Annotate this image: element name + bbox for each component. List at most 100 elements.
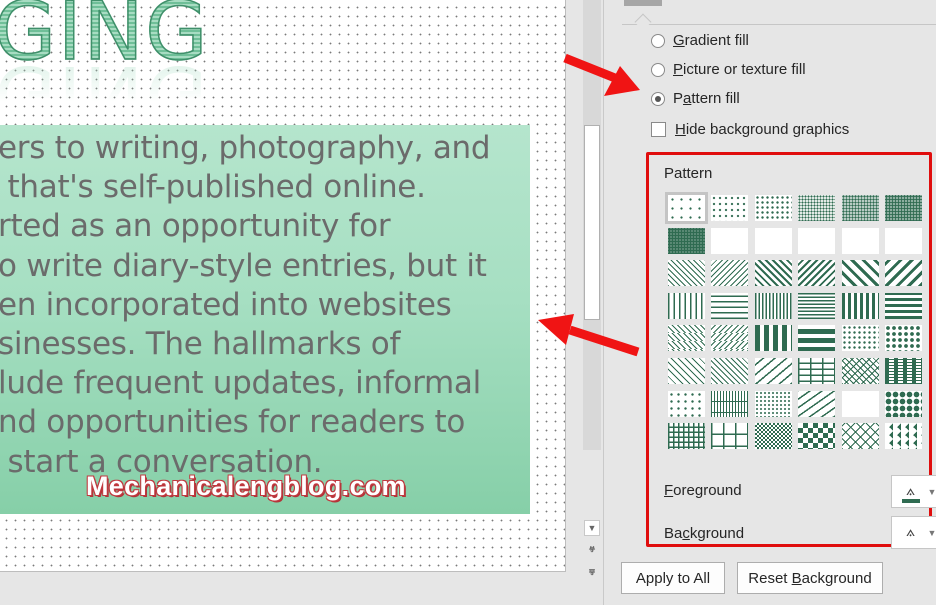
pattern-swatch-50-percent[interactable] — [668, 227, 705, 254]
pattern-swatch-10-percent[interactable] — [711, 195, 749, 221]
pattern-swatch-wide-upward-diagonal[interactable] — [884, 260, 922, 287]
pattern-swatch-25-percent[interactable] — [798, 195, 836, 221]
paint-bucket-icon: ⟑ — [905, 522, 916, 540]
pattern-swatch-wide-downward-diagonal[interactable] — [841, 260, 879, 287]
pattern-swatch-90-percent[interactable] — [884, 227, 922, 254]
vertical-scrollbar[interactable]: ▼ ⱍ ⱋ — [581, 0, 603, 605]
powerpoint-window: GING GING ers to writing, photography, a… — [0, 0, 936, 605]
hide-background-graphics-label: Hide background graphics — [675, 121, 850, 138]
background-label: Background — [664, 525, 745, 542]
pattern-swatch-dashed-vertical[interactable] — [798, 325, 836, 352]
paint-bucket-icon: ⟑ — [901, 482, 920, 503]
slide-text-box[interactable]: ers to writing, photography, and that's … — [0, 125, 530, 514]
pattern-swatch-trellis[interactable] — [841, 390, 879, 417]
pattern-swatch-outlined-diamond[interactable] — [841, 423, 879, 450]
pattern-swatch-75-percent[interactable] — [798, 227, 836, 254]
pattern-swatch-plaid[interactable] — [884, 357, 922, 384]
slide-canvas[interactable]: GING GING ers to writing, photography, a… — [0, 0, 566, 572]
pattern-swatch-narrow-vertical[interactable] — [754, 292, 792, 319]
pattern-swatch-70-percent[interactable] — [754, 227, 792, 254]
reset-background-label: Reset Background — [748, 569, 872, 587]
pattern-swatch-80-percent[interactable] — [841, 227, 879, 254]
body-text-line: en incorporated into websites — [0, 286, 452, 323]
slide-body-text[interactable]: ers to writing, photography, and that's … — [0, 129, 538, 482]
apply-to-all-label: Apply to All — [635, 569, 711, 587]
pattern-swatch-wave[interactable] — [711, 357, 749, 384]
pattern-swatch-dark-downward-diagonal[interactable] — [754, 260, 792, 287]
pattern-swatch-dark-vertical[interactable] — [841, 292, 879, 319]
scroll-thumb[interactable] — [584, 125, 600, 320]
pattern-section: Pattern Foreground ⟑ ▼ Background ⟑ ▼ — [646, 152, 936, 549]
pattern-swatch-large-confetti[interactable] — [884, 325, 922, 352]
body-text-line: ers to writing, photography, and — [0, 130, 491, 166]
pattern-swatch-30-percent[interactable] — [841, 195, 879, 221]
pattern-swatch-small-confetti[interactable] — [841, 325, 879, 352]
pattern-swatch-horizontal-brick[interactable] — [798, 357, 836, 384]
gradient-fill-radio[interactable] — [651, 33, 665, 48]
pattern-swatch-dark-horizontal[interactable] — [884, 292, 922, 319]
pattern-swatch-diagonal-brick[interactable] — [754, 357, 792, 384]
pattern-fill-radio[interactable] — [651, 91, 665, 106]
dropdown-caret-icon: ▼ — [927, 527, 936, 538]
scroll-down-button[interactable]: ▼ — [584, 520, 600, 536]
pattern-swatch-light-vertical[interactable] — [668, 292, 705, 319]
foreground-row: Foreground ⟑ ▼ — [664, 475, 936, 508]
pattern-gallery — [665, 192, 922, 450]
pattern-swatch-40-percent[interactable] — [884, 195, 922, 221]
gradient-fill-option[interactable]: Gradient fill — [651, 32, 749, 49]
pattern-swatch-light-horizontal[interactable] — [711, 292, 749, 319]
double-chevron-up-icon: ⱍ — [588, 544, 596, 557]
pattern-fill-option[interactable]: Pattern fill — [651, 90, 740, 107]
pattern-swatch-narrow-horizontal[interactable] — [798, 292, 836, 319]
pattern-swatch-dashed-downward-diagonal[interactable] — [668, 325, 705, 352]
next-slide-button[interactable]: ⱋ — [584, 566, 600, 582]
tab-divider — [622, 24, 936, 25]
body-text-line: o write diary-style entries, but it — [0, 247, 487, 284]
picture-texture-fill-option[interactable]: Picture or texture fill — [651, 61, 806, 78]
gradient-fill-label: Gradient fill — [673, 32, 749, 49]
pattern-swatch-5-percent[interactable] — [665, 192, 708, 224]
pattern-swatch-sphere[interactable] — [884, 390, 922, 417]
pattern-swatch-dashed-horizontal[interactable] — [754, 325, 792, 352]
dropdown-caret-icon: ▼ — [927, 486, 936, 497]
body-text-line: rted as an opportunity for — [0, 208, 391, 245]
pattern-swatch-zig-zag[interactable] — [668, 357, 705, 384]
foreground-color-button[interactable]: ⟑ ▼ — [891, 475, 936, 508]
tab-indicator — [634, 13, 652, 31]
pattern-swatch-dotted-diamond[interactable] — [754, 390, 792, 417]
pattern-swatch-shingle[interactable] — [798, 390, 836, 417]
pattern-swatch-divot[interactable] — [668, 390, 705, 417]
picture-texture-fill-radio[interactable] — [651, 62, 665, 77]
body-text-line: lude frequent updates, informal — [0, 365, 481, 402]
pattern-swatch-20-percent[interactable] — [754, 195, 792, 221]
hide-background-graphics-checkbox[interactable] — [651, 122, 666, 137]
fill-tab-icon[interactable] — [624, 0, 662, 6]
pattern-swatch-weave[interactable] — [841, 357, 879, 384]
format-background-pane: Gradient fill Picture or texture fill Pa… — [604, 0, 936, 605]
pattern-swatch-large-grid[interactable] — [711, 423, 749, 450]
pattern-swatch-dashed-upward-diagonal[interactable] — [711, 325, 749, 352]
reset-background-button[interactable]: Reset Background — [737, 562, 883, 594]
foreground-label: Foreground — [664, 482, 742, 499]
chevron-down-icon: ▼ — [587, 523, 597, 533]
pattern-swatch-60-percent[interactable] — [711, 227, 749, 254]
pattern-fill-label: Pattern fill — [673, 90, 740, 107]
pattern-swatch-small-grid[interactable] — [668, 423, 705, 450]
body-text-line: sinesses. The hallmarks of — [0, 326, 401, 363]
background-color-button[interactable]: ⟑ ▼ — [891, 516, 936, 549]
pattern-label: Pattern — [664, 165, 713, 182]
foreground-color-swatch — [901, 498, 920, 503]
hide-background-graphics-option[interactable]: Hide background graphics — [651, 121, 849, 138]
pattern-swatch-dotted-grid[interactable] — [711, 390, 749, 417]
previous-slide-button[interactable]: ⱍ — [584, 543, 600, 559]
slide-title[interactable]: GING — [0, 0, 209, 72]
pattern-swatch-light-upward-diagonal[interactable] — [711, 260, 749, 287]
pattern-swatch-solid-diamond[interactable] — [884, 423, 922, 450]
pattern-swatch-dark-upward-diagonal[interactable] — [798, 260, 836, 287]
watermark: Mechanicalengblog.com — [86, 471, 406, 501]
background-row: Background ⟑ ▼ — [664, 516, 936, 551]
pattern-swatch-light-downward-diagonal[interactable] — [668, 260, 705, 287]
apply-to-all-button[interactable]: Apply to All — [621, 562, 725, 594]
pattern-swatch-large-checker-board[interactable] — [798, 423, 836, 450]
pattern-swatch-small-checker-board[interactable] — [754, 423, 792, 450]
